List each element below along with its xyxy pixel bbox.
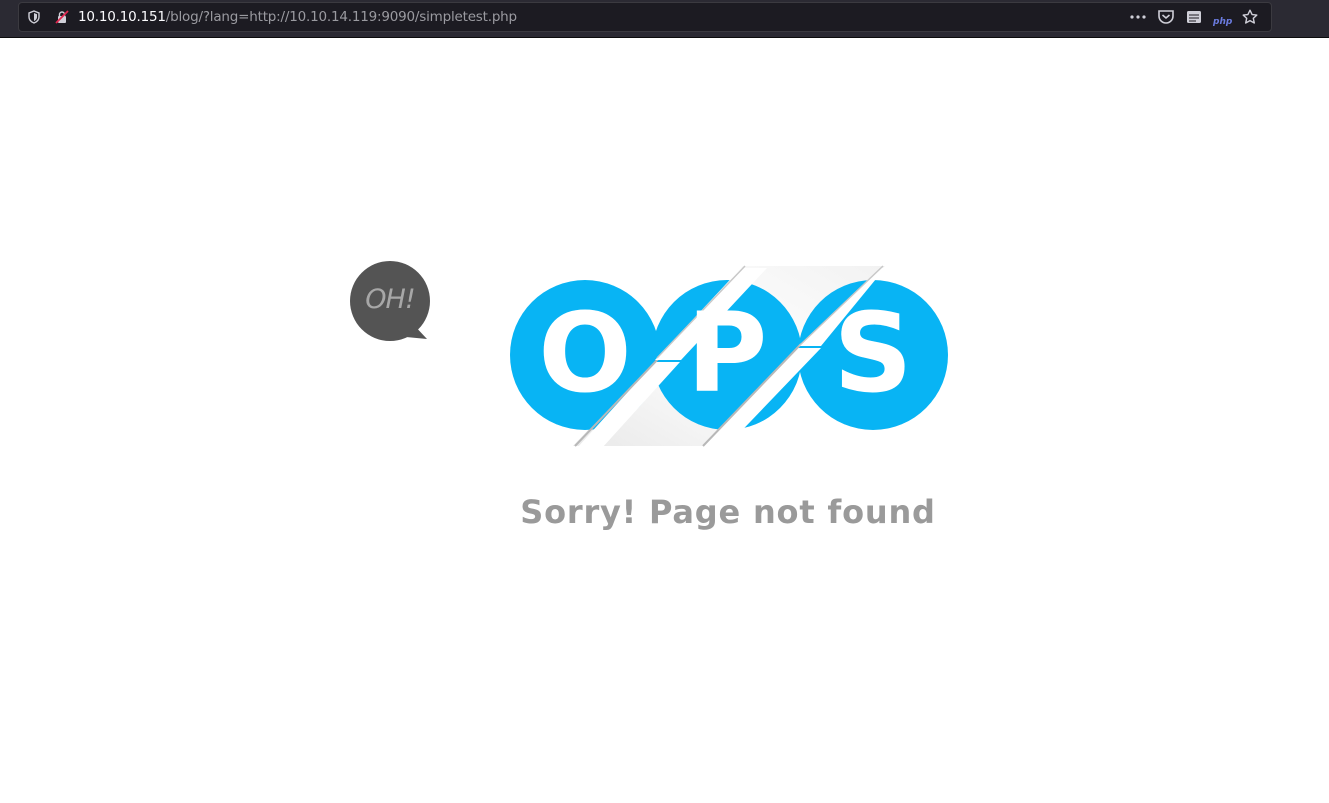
ops-logo: O P S: [505, 262, 955, 452]
browser-toolbar: 10.10.10.151/blog/?lang=http://10.10.14.…: [0, 0, 1329, 38]
logo-letter-s: S: [833, 289, 913, 417]
url-text[interactable]: 10.10.10.151/blog/?lang=http://10.10.14.…: [78, 9, 517, 25]
php-extension-icon[interactable]: php: [1213, 9, 1235, 27]
url-host: 10.10.10.151: [78, 9, 166, 25]
address-bar-actions: php: [1129, 9, 1259, 27]
insecure-lock-icon[interactable]: [55, 10, 69, 24]
logo-letter-o: O: [538, 289, 632, 417]
bubble-text: OH!: [365, 284, 415, 315]
not-found-message: Sorry! Page not found: [520, 493, 936, 531]
logo-letter-p: P: [686, 289, 768, 417]
php-badge-text: php: [1213, 17, 1233, 27]
oh-speech-bubble: OH!: [350, 261, 430, 341]
more-actions-icon[interactable]: [1129, 9, 1147, 25]
url-path: /blog/?lang=http://10.10.14.119:9090/sim…: [165, 9, 517, 25]
address-bar[interactable]: 10.10.10.151/blog/?lang=http://10.10.14.…: [18, 2, 1272, 32]
reader-icon[interactable]: [1185, 9, 1203, 25]
pocket-icon[interactable]: [1157, 9, 1175, 25]
bookmark-star-icon[interactable]: [1241, 9, 1259, 25]
shield-icon[interactable]: [27, 10, 41, 24]
